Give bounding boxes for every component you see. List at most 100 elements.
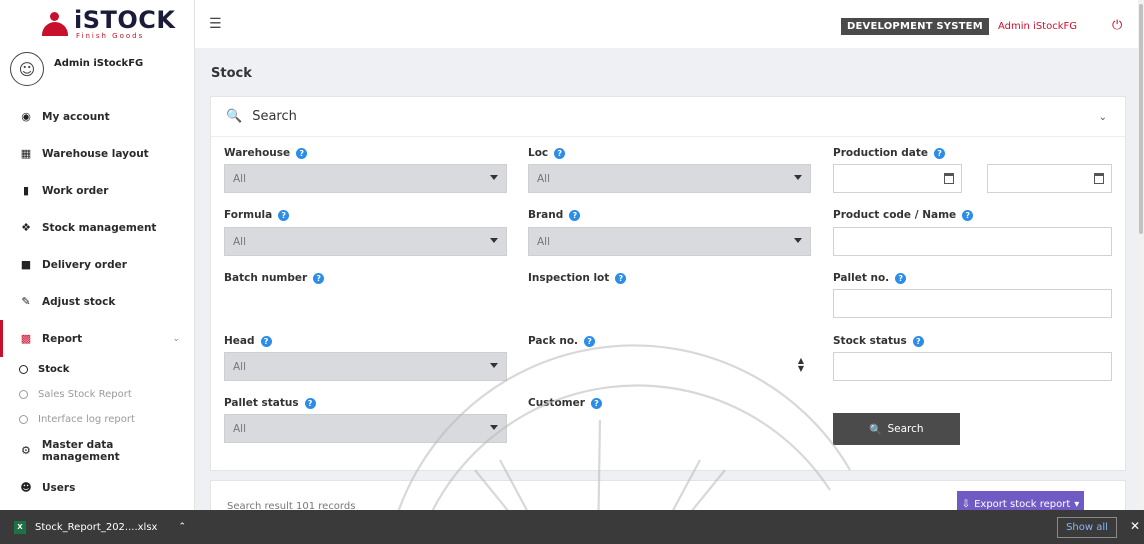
sidebar-item-my-account[interactable]: ◉ My account [0, 98, 194, 135]
sidebar-item-work-order[interactable]: ▮ Work order [0, 172, 194, 209]
formula-label: Formula ? [224, 209, 290, 221]
download-item[interactable]: X Stock_Report_202....xlsx ⌃ [0, 520, 186, 534]
sidebar-item-stock-management[interactable]: ❖ Stock management [0, 209, 194, 246]
stock-status-input[interactable] [833, 352, 1112, 381]
loc-select-value: All [537, 172, 551, 185]
help-icon[interactable]: ? [304, 397, 316, 409]
scrollbar-thumb[interactable] [1139, 4, 1143, 234]
sidebar-item-label: Stock management [42, 221, 157, 234]
formula-label-text: Formula [224, 209, 273, 221]
pallet-no-input[interactable] [833, 289, 1112, 318]
export-icon: ⇩ [961, 498, 971, 510]
help-icon[interactable]: ? [895, 272, 907, 284]
customer-input[interactable] [528, 414, 811, 443]
user-circle-icon: ◉ [21, 110, 31, 123]
batch-number-label-text: Batch number [224, 272, 308, 284]
pack-no-input[interactable]: ▲ ▼ [528, 352, 811, 381]
batch-number-label: Batch number ? [224, 272, 325, 284]
help-icon[interactable]: ? [934, 147, 946, 159]
production-date-from-input[interactable] [833, 164, 962, 193]
inspection-lot-input[interactable] [528, 289, 811, 318]
head-select[interactable]: All [224, 352, 507, 381]
page-scrollbar[interactable] [1138, 0, 1144, 510]
caret-down-icon [794, 238, 802, 243]
caret-down-icon [490, 238, 498, 243]
help-icon[interactable]: ? [296, 147, 308, 159]
loc-label: Loc ? [528, 147, 566, 159]
sidebar-item-label: Work order [42, 184, 109, 197]
sidebar-item-master-data-management[interactable]: ⚙ Master data management [0, 432, 194, 469]
page-header: Stock [195, 48, 1144, 96]
chevron-down-icon[interactable]: ⌄ [1099, 112, 1107, 123]
brand-select[interactable]: All [528, 227, 811, 256]
user-profile: ☺ Admin iStockFG [0, 48, 194, 94]
help-icon[interactable]: ? [554, 147, 566, 159]
brand-select-value: All [537, 235, 551, 248]
warehouse-select[interactable]: All [224, 164, 507, 193]
stock-status-label-text: Stock status [833, 335, 907, 347]
help-icon[interactable]: ? [615, 272, 627, 284]
loc-label-text: Loc [528, 147, 549, 159]
sidebar-item-delivery-order[interactable]: ■ Delivery order [0, 246, 194, 283]
stepper-arrows-icon[interactable]: ▲ ▼ [798, 357, 804, 373]
list-icon: ▮ [22, 184, 30, 197]
sidebar-subitem-label: Stock [38, 364, 70, 375]
caret-down-icon [490, 363, 498, 368]
power-icon[interactable]: ⏻ [1112, 18, 1122, 33]
pallet-no-label-text: Pallet no. [833, 272, 890, 284]
help-icon[interactable]: ? [278, 209, 290, 221]
sidebar-item-label: Warehouse layout [42, 147, 149, 160]
pack-no-label: Pack no. ? [528, 335, 596, 347]
excel-file-icon: X [14, 520, 26, 534]
stock-status-label: Stock status ? [833, 335, 924, 347]
caret-down-icon [490, 425, 498, 430]
sidebar-item-adjust-stock[interactable]: ✎ Adjust stock [0, 283, 194, 320]
app-logo[interactable]: iSTOCK Finish Goods [0, 0, 194, 48]
help-icon[interactable]: ? [584, 335, 596, 347]
sidebar: iSTOCK Finish Goods ☺ Admin iStockFG ◉ M… [0, 0, 195, 510]
sidebar-nav: ◉ My account ▦ Warehouse layout ▮ Work o… [0, 98, 194, 506]
brand-label-text: Brand [528, 209, 564, 221]
hamburger-menu-icon[interactable]: ☰ [209, 16, 222, 32]
production-date-label: Production date ? [833, 147, 946, 159]
help-icon[interactable]: ? [962, 209, 974, 221]
sidebar-subitem-interface-log-report[interactable]: Interface log report [0, 407, 194, 432]
pallet-status-select[interactable]: All [224, 414, 507, 443]
formula-select[interactable]: All [224, 227, 507, 256]
sidebar-subitem-sales-stock-report[interactable]: Sales Stock Report [0, 382, 194, 407]
customer-label: Customer ? [528, 397, 602, 409]
top-user-link[interactable]: Admin iStockFG [998, 21, 1077, 32]
help-icon[interactable]: ? [569, 209, 581, 221]
product-code-input[interactable] [833, 227, 1112, 256]
logo-subtitle: Finish Goods [76, 32, 145, 40]
formula-select-value: All [233, 235, 247, 248]
sidebar-item-users[interactable]: ☻ Users [0, 469, 194, 506]
edit-icon: ✎ [21, 295, 31, 308]
production-date-to-input[interactable] [987, 164, 1112, 193]
chevron-up-icon[interactable]: ⌃ [178, 522, 186, 532]
chevron-down-icon: ▾ [1074, 498, 1080, 510]
calendar-icon[interactable] [944, 173, 954, 184]
show-all-button[interactable]: Show all [1057, 517, 1117, 538]
help-icon[interactable]: ? [313, 272, 325, 284]
search-panel-header[interactable]: 🔍 Search ⌄ [211, 97, 1125, 137]
sidebar-subitem-stock[interactable]: Stock [0, 357, 194, 382]
sidebar-item-warehouse-layout[interactable]: ▦ Warehouse layout [0, 135, 194, 172]
loc-select[interactable]: All [528, 164, 811, 193]
close-icon[interactable]: ✕ [1130, 519, 1140, 533]
cogs-icon: ⚙ [21, 444, 31, 457]
help-icon[interactable]: ? [590, 397, 602, 409]
batch-number-input[interactable] [224, 289, 507, 318]
caret-down-icon [490, 175, 498, 180]
download-bar: X Stock_Report_202....xlsx ⌃ Show all ✕ [0, 510, 1144, 544]
pallet-no-label: Pallet no. ? [833, 272, 907, 284]
help-icon[interactable]: ? [260, 335, 272, 347]
search-button-label: Search [887, 423, 924, 435]
environment-badge: DEVELOPMENT SYSTEM [841, 18, 989, 35]
sidebar-item-report[interactable]: ▩ Report ⌄ [0, 320, 194, 357]
search-button[interactable]: 🔍 Search [833, 413, 960, 445]
help-icon[interactable]: ? [912, 335, 924, 347]
sidebar-item-label: Report [42, 332, 83, 345]
pallet-status-label-text: Pallet status [224, 397, 299, 409]
calendar-icon[interactable] [1094, 173, 1104, 184]
